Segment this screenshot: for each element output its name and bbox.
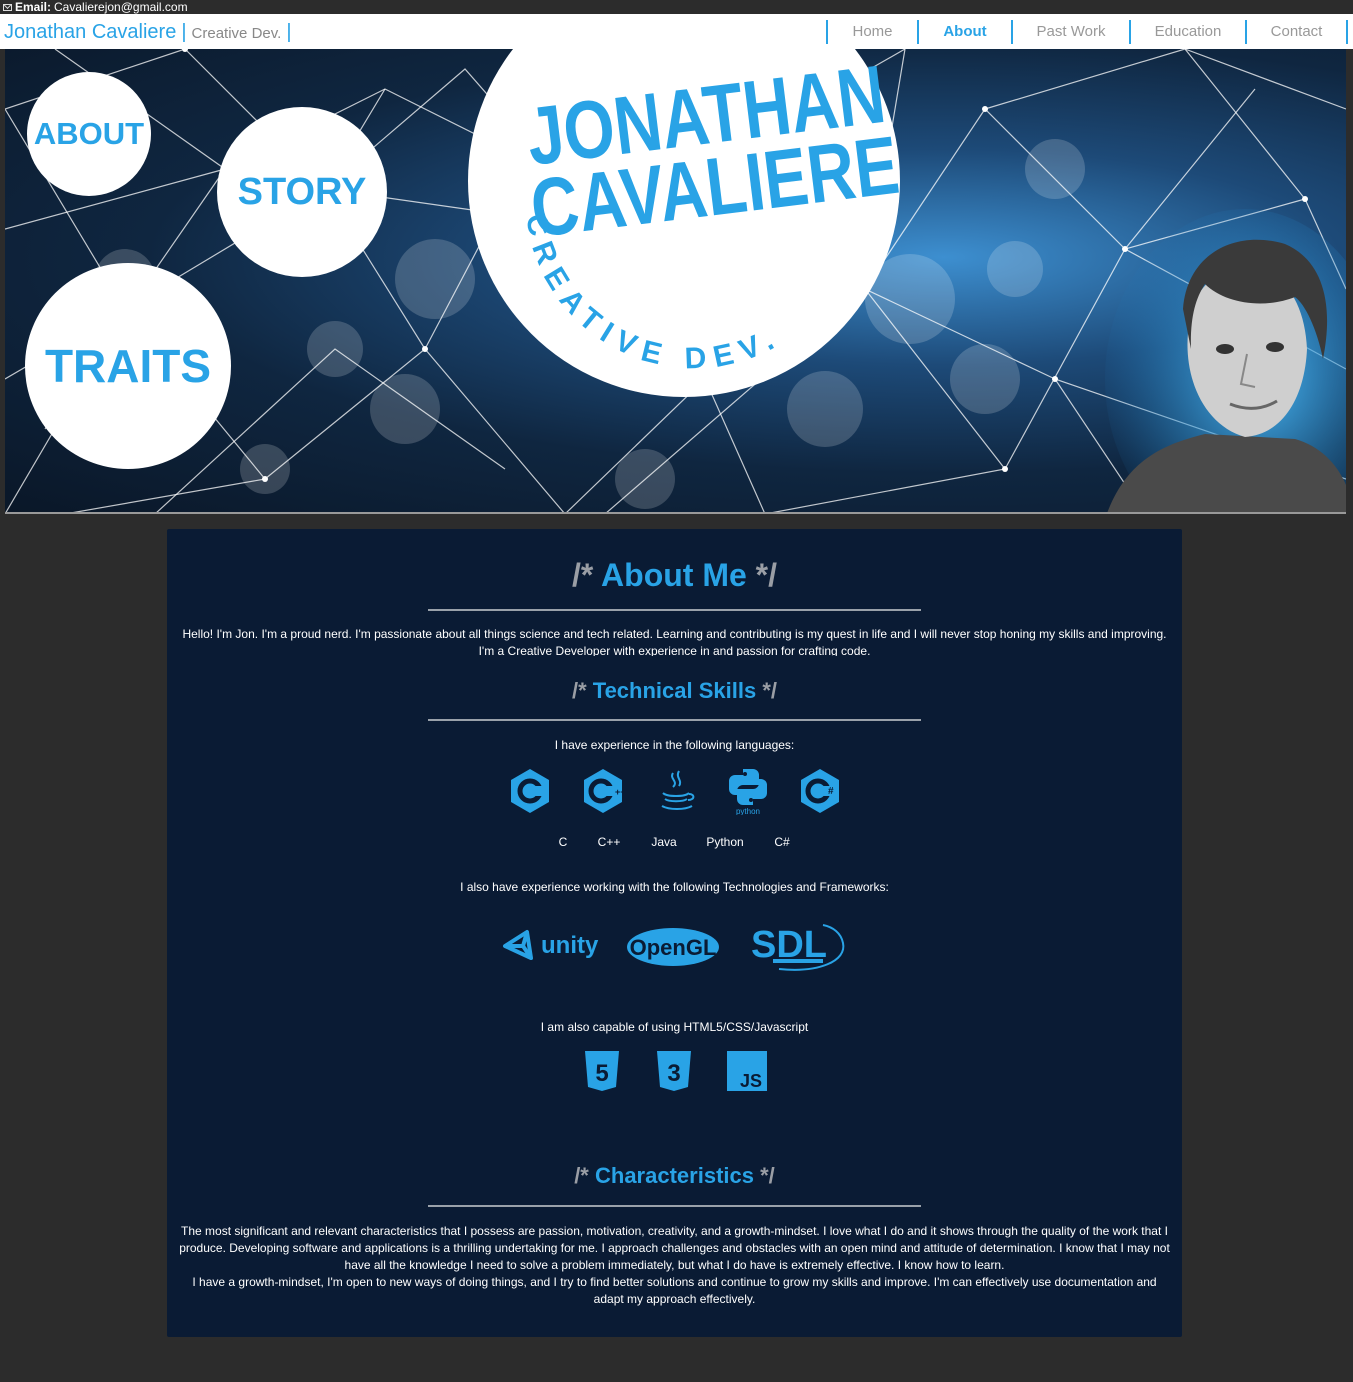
frameworks-intro: I also have experience working with the …	[460, 880, 889, 894]
email-label: Email:	[15, 0, 52, 14]
characteristics-paragraph-2: I have a growth-mindset, I'm open to new…	[192, 1275, 1157, 1306]
sdl-logo: SDL	[751, 924, 845, 971]
css3-icon: 3	[657, 1051, 691, 1091]
story-circle-button[interactable]: STORY	[217, 107, 387, 277]
svg-text:unity: unity	[541, 932, 599, 959]
traits-circle-button[interactable]: TRAITS	[25, 263, 231, 469]
about-circle-button[interactable]: ABOUT	[27, 72, 151, 196]
brand-tagline: Creative Dev.	[191, 25, 282, 42]
language-label-csharp: C#	[774, 835, 790, 849]
nav-education[interactable]: Education	[1129, 20, 1245, 44]
about-me-heading: /* About Me */	[571, 557, 778, 593]
python-icon: python	[729, 769, 767, 815]
svg-text:python: python	[736, 807, 760, 815]
svg-text:#: #	[828, 786, 834, 797]
hero-banner: ABOUT STORY TRAITS JONATHAN CAVALIERE CR…	[5, 49, 1346, 514]
language-label-cpp: C++	[597, 835, 621, 849]
svg-text:++: ++	[615, 787, 626, 797]
javascript-icon: JS	[727, 1051, 767, 1091]
web-intro: I am also capable of using HTML5/CSS/Jav…	[540, 1020, 809, 1034]
svg-text:5: 5	[595, 1060, 608, 1087]
email-address[interactable]: Cavalierejon@gmail.com	[54, 0, 188, 14]
site-header: Jonathan Cavaliere | Creative Dev. | Hom…	[0, 14, 1353, 49]
language-label-python: Python	[706, 835, 744, 849]
brand-separator-end: |	[286, 21, 292, 43]
nav-past-work[interactable]: Past Work	[1011, 20, 1129, 44]
java-icon	[661, 770, 695, 810]
nav-contact[interactable]: Contact	[1245, 20, 1348, 44]
html5-icon: 5	[585, 1051, 619, 1091]
cpp-language-icon: ++	[584, 769, 626, 813]
about-divider	[428, 609, 921, 611]
characteristics-heading: /* Characteristics */	[574, 1163, 775, 1188]
csharp-icon: #	[801, 769, 839, 813]
svg-text:JS: JS	[740, 1071, 762, 1091]
name-logo-circle: JONATHAN CAVALIERE CREATIVE DEV.	[468, 49, 900, 397]
language-label-java: Java	[651, 835, 677, 849]
brand[interactable]: Jonathan Cavaliere | Creative Dev. |	[4, 21, 292, 44]
c-language-icon	[511, 769, 549, 813]
web-icons-row: 5 3 JS	[585, 1051, 767, 1091]
characteristics-text: The most significant and relevant charac…	[179, 1223, 1170, 1308]
main-nav: Home About Past Work Education Contact	[826, 20, 1348, 44]
language-icons-row: ++ python #	[511, 769, 839, 815]
characteristics-paragraph-1: The most significant and relevant charac…	[179, 1224, 1170, 1272]
envelope-icon	[3, 3, 12, 11]
svg-text:3: 3	[667, 1060, 680, 1087]
languages-intro: I have experience in the following langu…	[554, 738, 795, 752]
characteristics-divider	[428, 1205, 921, 1207]
language-label-c: C	[558, 835, 568, 849]
language-labels: C C++ Java Python C#	[167, 835, 1182, 849]
nav-home[interactable]: Home	[826, 20, 917, 44]
about-me-text: Hello! I'm Jon. I'm a proud nerd. I'm pa…	[182, 627, 1167, 656]
opengl-logo: OpenGL	[627, 928, 719, 966]
svg-text:OpenGL: OpenGL	[630, 935, 717, 960]
unity-logo: unity	[503, 930, 599, 960]
about-content-card: /* About Me */ Hello! I'm Jon. I'm a pro…	[167, 529, 1182, 1337]
brand-name: Jonathan Cavaliere	[4, 21, 177, 43]
brand-separator: |	[181, 21, 187, 43]
nav-about[interactable]: About	[917, 20, 1011, 44]
email-bar: Email: Cavalierejon@gmail.com	[0, 0, 1353, 14]
skills-divider	[428, 719, 921, 721]
technical-skills-heading: /* Technical Skills */	[571, 678, 778, 703]
portrait-image	[1105, 209, 1346, 512]
